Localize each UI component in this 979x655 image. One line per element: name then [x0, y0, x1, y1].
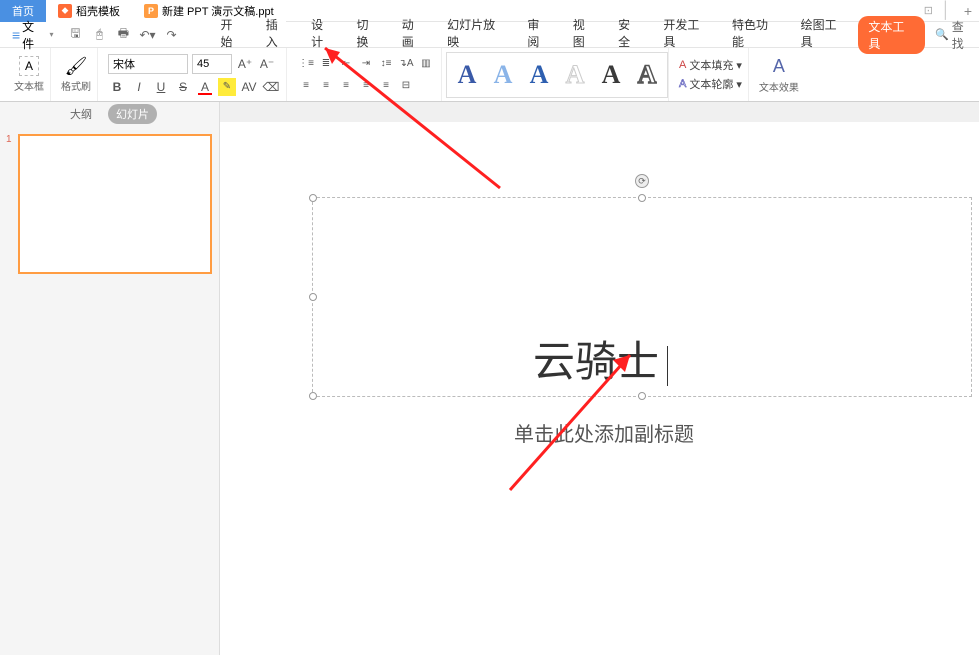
print-icon[interactable]: 🖰: [91, 27, 107, 43]
tab-home-label: 首页: [12, 3, 34, 19]
bold-button[interactable]: B: [108, 78, 126, 96]
textbox-group: A 文本框: [8, 48, 51, 101]
text-fill-label: 文本填充: [689, 57, 733, 73]
indent-right-icon[interactable]: ⇥: [357, 55, 375, 73]
align-center-icon[interactable]: ≡: [317, 77, 335, 95]
text-outline-icon: A: [679, 78, 686, 90]
handle-sw[interactable]: [309, 392, 317, 400]
clear-format-button[interactable]: ⌫: [262, 78, 280, 96]
text-direction-icon[interactable]: ↴A: [397, 55, 415, 73]
numbering-icon[interactable]: ≣: [317, 55, 335, 73]
font-group: A⁺ A⁻ B I U S A ✎ AV ⌫: [102, 48, 287, 101]
bullets-icon[interactable]: ⋮≡: [297, 55, 315, 73]
highlight-button[interactable]: ✎: [218, 78, 236, 96]
wordart-style-3[interactable]: A: [523, 57, 555, 93]
text-fill-button[interactable]: A文本填充 ▾: [679, 57, 742, 73]
format-painter-label: 格式刷: [61, 78, 91, 93]
menu-search-label: 查找: [952, 18, 975, 52]
handle-nw[interactable]: [309, 194, 317, 202]
slide-subtitle-placeholder[interactable]: 单击此处添加副标题: [514, 418, 694, 447]
rotate-handle[interactable]: ⟳: [635, 174, 649, 188]
handle-n[interactable]: [638, 194, 646, 202]
panel-tab-outline[interactable]: 大纲: [62, 104, 100, 124]
align-distribute-icon[interactable]: ≡: [377, 77, 395, 95]
align-justify-icon[interactable]: ≡: [357, 77, 375, 95]
indent-left-icon[interactable]: ⇤: [337, 55, 355, 73]
italic-button[interactable]: I: [130, 78, 148, 96]
thumbnail-list: 1: [0, 126, 219, 282]
file-menu-label: 文件: [22, 18, 45, 52]
wordart-style-1[interactable]: A: [451, 57, 483, 93]
underline-button[interactable]: U: [152, 78, 170, 96]
decrease-font-icon[interactable]: A⁻: [258, 55, 276, 73]
thumbnail-number: 1: [6, 134, 14, 145]
vertical-align-icon[interactable]: ⊟: [397, 77, 415, 95]
handle-s[interactable]: [638, 392, 646, 400]
thumbnail-row: 1: [6, 134, 213, 274]
new-tab-button[interactable]: +: [957, 3, 979, 19]
paragraph-group: ⋮≡ ≣ ⇤ ⇥ ↕≡ ↴A ▥ ≡ ≡ ≡ ≡ ≡ ⊟: [291, 48, 442, 101]
line-spacing-icon[interactable]: ↕≡: [377, 55, 395, 73]
format-painter-button[interactable]: 🖌 格式刷: [61, 56, 91, 93]
handle-w[interactable]: [309, 293, 317, 301]
wordart-style-2[interactable]: A: [487, 57, 519, 93]
canvas-area[interactable]: ⟳ 云骑士 单击此处添加副标题: [220, 102, 979, 655]
print-preview-icon[interactable]: 🖶: [115, 27, 131, 43]
wordart-style-4[interactable]: A: [559, 57, 591, 93]
text-effects-icon: A: [773, 56, 785, 77]
ppt-icon: [144, 4, 158, 18]
template-icon: ⬥: [58, 4, 72, 18]
increase-font-icon[interactable]: A⁺: [236, 55, 254, 73]
align-right-icon[interactable]: ≡: [337, 77, 355, 95]
tab-template-label: 稻壳模板: [76, 3, 120, 19]
wordart-style-5[interactable]: A: [595, 57, 627, 93]
text-fill-icon: A: [679, 59, 686, 71]
columns-icon[interactable]: ▥: [417, 55, 435, 73]
text-effects-label: 文本效果: [759, 79, 799, 94]
text-outline-label: 文本轮廓: [689, 76, 733, 92]
wordart-style-6[interactable]: A: [631, 57, 663, 93]
panel-tab-slides[interactable]: 幻灯片: [108, 104, 157, 124]
wordart-group: A A A A A A: [446, 48, 669, 101]
font-color-button[interactable]: A: [196, 78, 214, 96]
strike-button[interactable]: S: [174, 78, 192, 96]
save-icon[interactable]: 🖫: [67, 27, 83, 43]
file-menu[interactable]: 文件: [4, 18, 61, 52]
brush-icon: 🖌: [66, 56, 86, 76]
title-text-value: 云骑士: [533, 338, 659, 385]
workspace: 大纲 幻灯片 1 ⟳ 云骑士 单击此处添加副标题: [0, 102, 979, 655]
slide-title-text[interactable]: 云骑士: [533, 328, 668, 389]
slide-canvas[interactable]: ⟳ 云骑士 单击此处添加副标题: [220, 122, 979, 655]
char-spacing-button[interactable]: AV: [240, 78, 258, 96]
menu-search[interactable]: 查找: [935, 18, 975, 52]
menu-bar: 文件 🖫 🖰 🖶 ↶▾ ↷ 开始 插入 设计 切换 动画 幻灯片放映 审阅 视图…: [0, 22, 979, 48]
panel-tabs: 大纲 幻灯片: [0, 102, 219, 126]
textbox-button[interactable]: A 文本框: [14, 56, 44, 93]
text-cursor: [667, 346, 668, 386]
textbox-label: 文本框: [14, 78, 44, 93]
align-left-icon[interactable]: ≡: [297, 77, 315, 95]
format-painter-group: 🖌 格式刷: [55, 48, 98, 101]
title-textbox-selection[interactable]: ⟳ 云骑士: [312, 197, 972, 397]
text-fill-group: A文本填充 ▾ A文本轮廓 ▾: [673, 48, 749, 101]
font-size-select[interactable]: [192, 54, 232, 74]
text-effects-button[interactable]: A 文本效果: [759, 56, 799, 94]
slide-thumbnail-1[interactable]: [18, 134, 212, 274]
tab-presentation-icon[interactable]: ⊡: [924, 4, 933, 17]
text-effects-group: A 文本效果: [753, 48, 805, 101]
font-name-select[interactable]: [108, 54, 188, 74]
textbox-icon: A: [19, 56, 39, 76]
ribbon: A 文本框 🖌 格式刷 A⁺ A⁻ B I U S A ✎ AV: [0, 48, 979, 102]
undo-icon[interactable]: ↶▾: [139, 27, 155, 43]
redo-icon[interactable]: ↷: [163, 27, 179, 43]
quick-access-toolbar: 🖫 🖰 🖶 ↶▾ ↷: [67, 27, 179, 43]
text-outline-button[interactable]: A文本轮廓 ▾: [679, 76, 742, 92]
menu-texttools[interactable]: 文本工具: [858, 16, 925, 54]
slide-panel: 大纲 幻灯片 1: [0, 102, 220, 655]
